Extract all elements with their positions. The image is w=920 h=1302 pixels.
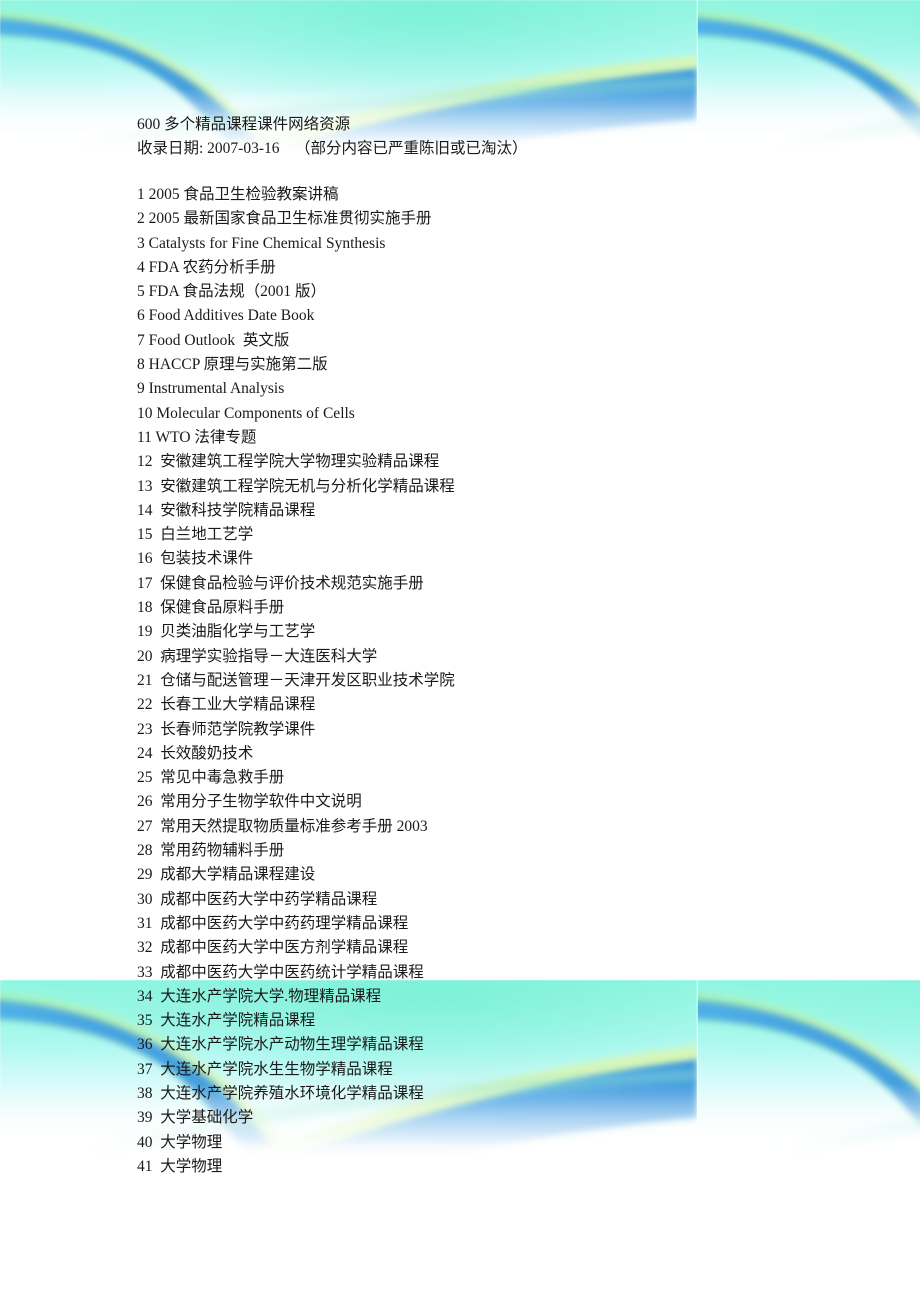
list-item: 10 Molecular Components of Cells xyxy=(137,404,355,422)
list-item: 30 成都中医药大学中药学精品课程 xyxy=(137,890,378,908)
list-item: 34 大连水产学院大学.物理精品课程 xyxy=(137,987,382,1005)
document-page: 600 多个精品课程课件网络资源 收录日期: 2007-03-16 （部分内容已… xyxy=(0,0,920,1302)
list-item: 22 长春工业大学精品课程 xyxy=(137,696,316,714)
list-item: 8 HACCP 原理与实施第二版 xyxy=(137,356,328,374)
document-heading: 600 多个精品课程课件网络资源 收录日期: 2007-03-16 （部分内容已… xyxy=(137,113,528,162)
list-item: 26 常用分子生物学软件中文说明 xyxy=(137,793,362,811)
list-item: 27 常用天然提取物质量标准参考手册 2003 xyxy=(137,817,428,835)
list-item: 21 仓储与配送管理－天津开发区职业技术学院 xyxy=(137,671,455,689)
list-item: 24 长效酸奶技术 xyxy=(137,744,254,762)
list-item: 35 大连水产学院精品课程 xyxy=(137,1012,316,1030)
list-item: 37 大连水产学院水生生物学精品课程 xyxy=(137,1060,393,1078)
list-item: 20 病理学实验指导－大连医科大学 xyxy=(137,647,378,665)
list-item: 40 大学物理 xyxy=(137,1133,223,1151)
list-item: 16 包装技术课件 xyxy=(137,550,254,568)
list-item: 14 安徽科技学院精品课程 xyxy=(137,501,316,519)
list-item: 5 FDA 食品法规（2001 版） xyxy=(137,283,327,301)
list-item: 31 成都中医药大学中药药理学精品课程 xyxy=(137,914,409,932)
list-item: 23 长春师范学院教学课件 xyxy=(137,720,316,738)
list-item: 7 Food Outlook 英文版 xyxy=(137,331,290,349)
list-item: 18 保健食品原料手册 xyxy=(137,599,285,617)
list-item: 36 大连水产学院水产动物生理学精品课程 xyxy=(137,1036,424,1054)
list-item: 28 常用药物辅料手册 xyxy=(137,842,285,860)
list-item: 19 贝类油脂化学与工艺学 xyxy=(137,623,316,641)
page-title: 600 多个精品课程课件网络资源 xyxy=(137,116,351,133)
list-item: 38 大连水产学院养殖水环境化学精品课程 xyxy=(137,1084,424,1102)
list-item: 17 保健食品检验与评价技术规范实施手册 xyxy=(137,574,424,592)
list-item: 12 安徽建筑工程学院大学物理实验精品课程 xyxy=(137,453,440,471)
list-item: 33 成都中医药大学中医药统计学精品课程 xyxy=(137,963,424,981)
list-item: 9 Instrumental Analysis xyxy=(137,380,285,398)
list-item: 4 FDA 农药分析手册 xyxy=(137,258,276,276)
list-item: 32 成都中医药大学中医方剂学精品课程 xyxy=(137,939,409,957)
list-item: 25 常见中毒急救手册 xyxy=(137,769,285,787)
list-item: 15 白兰地工艺学 xyxy=(137,526,254,544)
list-item: 39 大学基础化学 xyxy=(137,1109,254,1127)
list-item: 1 2005 食品卫生检验教案讲稿 xyxy=(137,186,339,203)
list-item: 2 2005 最新国家食品卫生标准贯彻实施手册 xyxy=(137,210,432,228)
list-item: 6 Food Additives Date Book xyxy=(137,307,315,325)
list-item: 13 安徽建筑工程学院无机与分析化学精品课程 xyxy=(137,477,455,495)
list-item: 11 WTO 法律专题 xyxy=(137,428,257,446)
document-text-layer: 600 多个精品课程课件网络资源 收录日期: 2007-03-16 （部分内容已… xyxy=(0,0,920,1302)
record-date-line: 收录日期: 2007-03-16 （部分内容已严重陈旧或已淘汰） xyxy=(137,140,528,158)
resource-list: 1 2005 食品卫生检验教案讲稿 2 2005 最新国家食品卫生标准贯彻实施手册… xyxy=(137,183,455,1179)
list-item: 41 大学物理 xyxy=(137,1157,223,1175)
list-item: 3 Catalysts for Fine Chemical Synthesis xyxy=(137,234,386,252)
list-item: 29 成都大学精品课程建设 xyxy=(137,866,316,884)
